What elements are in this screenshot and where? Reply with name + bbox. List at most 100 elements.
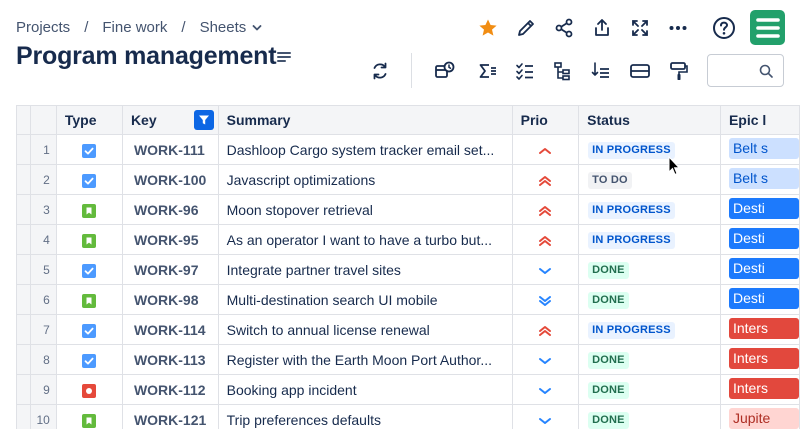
column-header-prio[interactable]: Prio [511, 105, 580, 135]
epic-cell[interactable]: Inters [719, 374, 800, 405]
epic-cell[interactable]: Inters [719, 314, 800, 345]
row-handle[interactable] [15, 404, 32, 429]
row-handle[interactable] [15, 314, 32, 345]
key-cell[interactable]: WORK-113 [121, 344, 219, 375]
table-row[interactable]: 9 WORK-112 Booking app incident DONE Inters [15, 374, 800, 405]
type-cell[interactable] [55, 374, 123, 405]
status-cell[interactable]: DONE [578, 374, 721, 405]
filter-list-icon[interactable] [587, 57, 615, 85]
export-icon[interactable] [588, 14, 616, 42]
paint-format-icon[interactable] [665, 57, 693, 85]
prio-cell[interactable] [511, 164, 580, 195]
column-header-epic[interactable]: Epic l [719, 105, 800, 135]
app-logo[interactable] [750, 10, 785, 45]
table-row[interactable]: 7 WORK-114 Switch to annual license renewa… [15, 314, 800, 345]
prio-cell[interactable] [511, 194, 580, 225]
row-handle[interactable] [15, 164, 32, 195]
table-row[interactable]: 5 WORK-97 Integrate partner travel sites DO… [15, 254, 800, 285]
checklist-icon[interactable] [511, 57, 539, 85]
column-header-summary[interactable]: Summary [217, 105, 513, 135]
chevron-down-icon[interactable] [252, 23, 262, 33]
key-cell[interactable]: WORK-100 [121, 164, 219, 195]
summary-cell[interactable]: Javascript optimizations [217, 164, 513, 195]
row-handle[interactable] [15, 134, 32, 165]
status-cell[interactable]: IN PROGRESS [578, 134, 721, 165]
search-input[interactable] [714, 55, 762, 86]
summary-cell[interactable]: Multi-destination search UI mobile [217, 284, 513, 315]
star-icon[interactable] [474, 14, 502, 42]
breadcrumb-sheets[interactable]: Sheets [200, 19, 247, 36]
type-cell[interactable] [55, 254, 123, 285]
table-row[interactable]: 8 WORK-113 Register with the Earth Moon Po… [15, 344, 800, 375]
summary-cell[interactable]: Booking app incident [217, 374, 513, 405]
column-header-status[interactable]: Status [578, 105, 721, 135]
table-row[interactable]: 1 WORK-111 Dashloop Cargo system tracker e… [15, 134, 800, 165]
filter-icon[interactable] [193, 110, 214, 130]
row-handle[interactable] [15, 374, 32, 405]
summary-cell[interactable]: Switch to annual license renewal [217, 314, 513, 345]
prio-cell[interactable] [511, 284, 580, 315]
prio-cell[interactable] [511, 224, 580, 255]
prio-cell[interactable] [511, 134, 580, 165]
share-icon[interactable] [550, 14, 578, 42]
epic-cell[interactable]: Desti [719, 284, 800, 315]
summary-cell[interactable]: As an operator I want to have a turbo bu… [217, 224, 513, 255]
prio-cell[interactable] [511, 254, 580, 285]
table-row[interactable]: 6 WORK-98 Multi-destination search UI mobi… [15, 284, 800, 315]
help-icon[interactable] [710, 14, 738, 42]
table-row[interactable]: 3 WORK-96 Moon stopover retrieval IN PROGRE… [15, 194, 800, 225]
row-handle[interactable] [15, 194, 32, 225]
grid-corner-rownum[interactable] [30, 105, 57, 135]
type-cell[interactable] [55, 194, 123, 225]
row-handle[interactable] [15, 224, 32, 255]
fullscreen-icon[interactable] [626, 14, 654, 42]
key-cell[interactable]: WORK-95 [121, 224, 219, 255]
key-cell[interactable]: WORK-114 [121, 314, 219, 345]
epic-cell[interactable]: Inters [719, 344, 800, 375]
prio-cell[interactable] [511, 344, 580, 375]
table-row[interactable]: 10 WORK-121 Trip preferences defaults DONE J… [15, 404, 800, 429]
epic-cell[interactable]: Jupite [719, 404, 800, 429]
epic-cell[interactable]: Desti [719, 194, 800, 225]
edit-icon[interactable] [512, 14, 540, 42]
key-cell[interactable]: WORK-98 [121, 284, 219, 315]
epic-cell[interactable]: Belt s [719, 134, 800, 165]
sum-icon[interactable] [474, 57, 502, 85]
search-icon[interactable] [759, 64, 773, 78]
type-cell[interactable] [55, 284, 123, 315]
row-handle[interactable] [15, 284, 32, 315]
type-cell[interactable] [55, 344, 123, 375]
key-cell[interactable]: WORK-97 [121, 254, 219, 285]
status-cell[interactable]: IN PROGRESS [578, 194, 721, 225]
table-row[interactable]: 2 WORK-100 Javascript optimizations TO DO Be… [15, 164, 800, 195]
hierarchy-icon[interactable] [548, 57, 576, 85]
grid-corner[interactable] [15, 105, 32, 135]
type-cell[interactable] [55, 404, 123, 429]
row-height-icon[interactable] [626, 57, 654, 85]
epic-cell[interactable]: Desti [719, 254, 800, 285]
column-header-type[interactable]: Type [55, 105, 123, 135]
type-cell[interactable] [55, 164, 123, 195]
breadcrumb-fine-work[interactable]: Fine work [102, 19, 167, 36]
column-header-key[interactable]: Key [121, 105, 219, 135]
row-handle[interactable] [15, 254, 32, 285]
sync-schedule-icon[interactable] [431, 57, 459, 85]
epic-cell[interactable]: Desti [719, 224, 800, 255]
summary-cell[interactable]: Trip preferences defaults [217, 404, 513, 429]
prio-cell[interactable] [511, 404, 580, 429]
prio-cell[interactable] [511, 374, 580, 405]
title-menu-icon[interactable] [277, 51, 291, 63]
status-cell[interactable]: DONE [578, 284, 721, 315]
status-cell[interactable]: TO DO [578, 164, 721, 195]
summary-cell[interactable]: Moon stopover retrieval [217, 194, 513, 225]
key-cell[interactable]: WORK-96 [121, 194, 219, 225]
status-cell[interactable]: IN PROGRESS [578, 224, 721, 255]
more-icon[interactable] [664, 14, 692, 42]
epic-cell[interactable]: Belt s [719, 164, 800, 195]
row-handle[interactable] [15, 344, 32, 375]
status-cell[interactable]: DONE [578, 344, 721, 375]
summary-cell[interactable]: Dashloop Cargo system tracker email set.… [217, 134, 513, 165]
status-cell[interactable]: DONE [578, 404, 721, 429]
key-cell[interactable]: WORK-112 [121, 374, 219, 405]
prio-cell[interactable] [511, 314, 580, 345]
